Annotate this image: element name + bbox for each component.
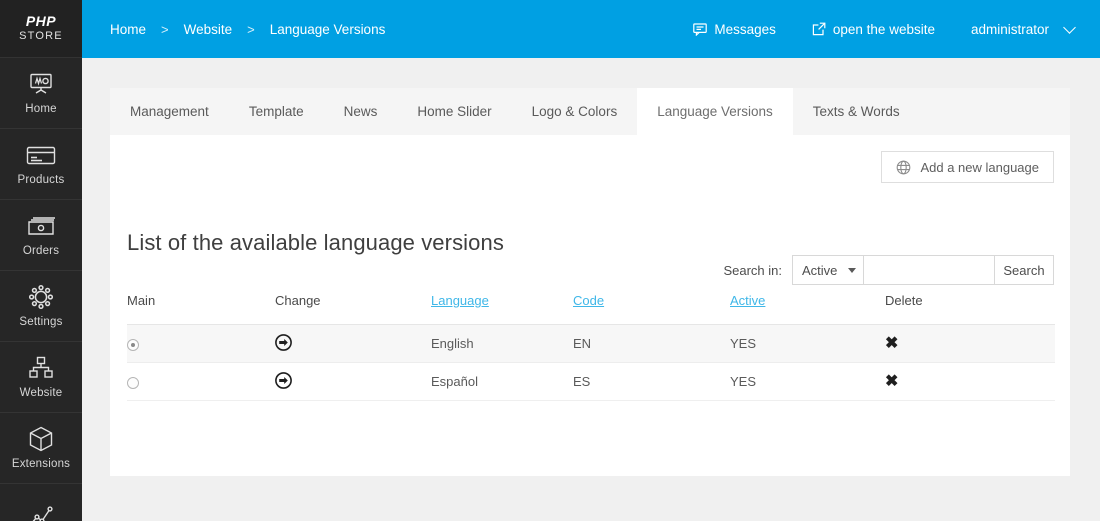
account-label: administrator [970, 21, 1049, 37]
column-header-change: Change [275, 293, 431, 325]
add-new-language-label: Add a new language [920, 159, 1039, 175]
page-title: List of the available language versions [127, 230, 504, 255]
cell-change [275, 324, 431, 363]
sidebar-item-home[interactable]: Home [0, 58, 82, 129]
breadcrumb: Home > Website > Language Versions [110, 22, 385, 37]
sidebar: PHP STORE Home Products Orders Settings … [0, 0, 82, 521]
cell-main [127, 362, 275, 401]
breadcrumb-separator: > [161, 21, 169, 37]
presentation-icon [28, 71, 54, 97]
chevron-down-icon [848, 268, 856, 273]
tab-news[interactable]: News [324, 88, 398, 135]
messages-link[interactable]: Messages [693, 22, 776, 37]
cell-language: English [431, 324, 573, 363]
delete-icon[interactable]: ✖ [885, 373, 898, 390]
change-language-button[interactable] [275, 333, 292, 351]
open-website-link[interactable]: open the website [812, 22, 935, 37]
tab-template[interactable]: Template [229, 88, 324, 135]
column-header-delete: Delete [885, 293, 1055, 325]
search-scope-select[interactable]: Active [792, 255, 864, 285]
external-link-icon [812, 22, 826, 36]
tab-logo-colors[interactable]: Logo & Colors [512, 88, 638, 135]
breadcrumb-item-website[interactable]: Website [184, 22, 233, 37]
column-sort-link[interactable]: Code [573, 293, 604, 308]
topbar-actions: Messages open the website administrator [657, 20, 1076, 37]
sidebar-item-website[interactable]: Website [0, 342, 82, 413]
cell-change [275, 362, 431, 401]
gear-icon [28, 284, 54, 310]
sidebar-item-label: Orders [22, 245, 60, 257]
cell-delete: ✖ [885, 324, 1055, 363]
column-header-label: Change [275, 293, 321, 308]
topbar: Home > Website > Language Versions Messa… [82, 0, 1100, 58]
sidebar-item-label: Extensions [11, 458, 71, 470]
brand-logo[interactable]: PHP STORE [0, 0, 82, 58]
search-scope-value: Active [802, 262, 838, 278]
breadcrumb-separator: > [247, 21, 255, 37]
tab-management[interactable]: Management [110, 88, 229, 135]
tab-home-slider[interactable]: Home Slider [397, 88, 511, 135]
main-language-radio[interactable] [127, 376, 139, 389]
column-header-main: Main [127, 293, 275, 325]
sidebar-item-label: Website [19, 387, 63, 399]
account-menu[interactable]: administrator [970, 20, 1076, 37]
tab-bar: Management Template News Home Slider Log… [110, 88, 1070, 135]
cell-language: Español [431, 362, 573, 401]
search-in-label: Search in: [723, 262, 782, 278]
change-language-button[interactable] [275, 371, 292, 389]
brand-name-line2: STORE [19, 29, 63, 42]
breadcrumb-item-language-versions[interactable]: Language Versions [270, 22, 386, 37]
sidebar-item-label: Settings [19, 316, 63, 328]
chevron-down-icon [1063, 20, 1076, 34]
cell-delete: ✖ [885, 362, 1055, 401]
sidebar-item-statistics[interactable] [0, 484, 82, 521]
cell-code: ES [573, 362, 730, 401]
table-header-row: Main Change Language Code Active Delete [127, 293, 1055, 325]
cube-icon [29, 426, 53, 452]
tab-texts-words[interactable]: Texts & Words [793, 88, 920, 135]
cell-active: YES [730, 362, 885, 401]
sidebar-item-extensions[interactable]: Extensions [0, 413, 82, 484]
credit-card-icon [26, 142, 56, 168]
column-header-active[interactable]: Active [730, 293, 885, 325]
content-panel: Add a new language List of the available… [110, 135, 1070, 476]
cash-icon [26, 213, 56, 239]
language-versions-table: Main Change Language Code Active Delete [127, 293, 1055, 401]
cell-active: YES [730, 324, 885, 363]
sidebar-item-products[interactable]: Products [0, 129, 82, 200]
column-sort-link[interactable]: Language [431, 293, 489, 308]
sidebar-item-label: Products [17, 174, 65, 186]
column-sort-link[interactable]: Active [730, 293, 765, 308]
table-row[interactable]: English EN YES ✖ [127, 324, 1055, 363]
open-website-label: open the website [832, 21, 935, 37]
table-row[interactable]: Español ES YES ✖ [127, 362, 1055, 401]
tab-language-versions[interactable]: Language Versions [637, 88, 793, 135]
admin-page: PHP STORE Home Products Orders Settings … [0, 0, 1100, 521]
cell-code: EN [573, 324, 730, 363]
delete-icon[interactable]: ✖ [885, 335, 898, 352]
sidebar-item-orders[interactable]: Orders [0, 200, 82, 271]
add-new-language-button[interactable]: Add a new language [881, 151, 1054, 183]
brand-name-line1: PHP [25, 13, 57, 29]
sidebar-item-settings[interactable]: Settings [0, 271, 82, 342]
line-chart-icon [28, 503, 54, 521]
column-header-label: Main [127, 293, 156, 308]
messages-label: Messages [714, 21, 776, 37]
sidebar-item-label: Home [25, 103, 57, 115]
main-language-radio[interactable] [127, 338, 139, 351]
globe-icon [896, 160, 911, 175]
message-bubble-icon [693, 22, 708, 36]
cell-main [127, 324, 275, 363]
breadcrumb-item-home[interactable]: Home [110, 22, 146, 37]
search-input[interactable] [864, 255, 995, 285]
sitemap-icon [28, 355, 54, 381]
search-button[interactable]: Search [995, 255, 1054, 285]
column-header-language[interactable]: Language [431, 293, 573, 325]
search-bar: Search in: Active Search [723, 255, 1054, 285]
column-header-code[interactable]: Code [573, 293, 730, 325]
column-header-label: Delete [885, 293, 923, 308]
